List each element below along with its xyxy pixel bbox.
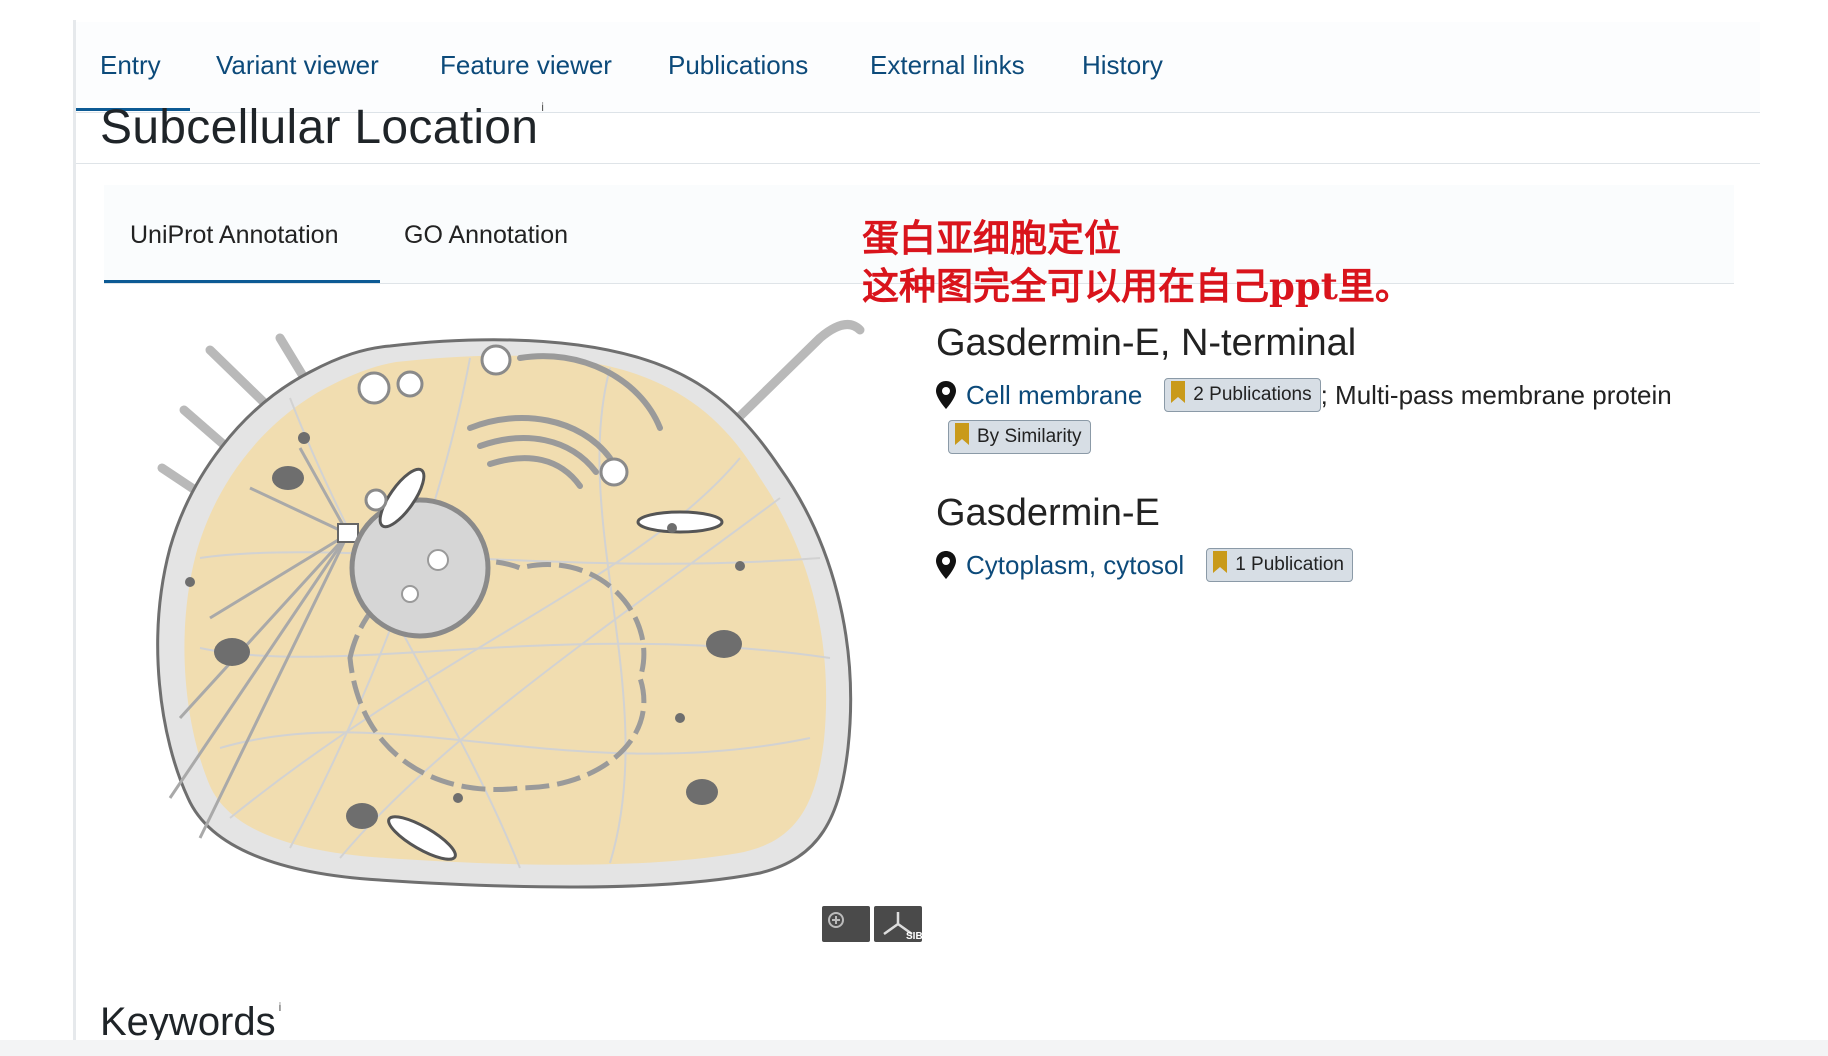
keywords-title: Keywords i xyxy=(100,1000,281,1045)
evidence-flag-icon xyxy=(955,423,969,445)
location-row: Cytoplasm, cytosol 1 Publication xyxy=(936,548,1353,582)
evidence-flag-icon xyxy=(1171,381,1186,403)
section-title-text: Subcellular Location xyxy=(100,101,539,154)
section-title: Subcellular Location i xyxy=(100,100,544,155)
publications-count: 1 Publication xyxy=(1235,554,1344,575)
sib-logo-text: SIB xyxy=(906,931,922,942)
map-pin-icon xyxy=(936,551,956,579)
subtab-uniprot-annotation[interactable]: UniProt Annotation xyxy=(130,221,338,250)
flagellum xyxy=(725,320,865,431)
location-link-cytosol[interactable]: Cytoplasm, cytosol xyxy=(966,550,1184,581)
evidence-flag-icon xyxy=(1213,551,1228,573)
tab-feature-viewer[interactable]: Feature viewer xyxy=(440,50,612,81)
evidence-label: By Similarity xyxy=(977,426,1082,447)
info-icon[interactable]: i xyxy=(541,100,544,114)
nucleolus xyxy=(427,549,449,571)
by-similarity-badge[interactable]: By Similarity xyxy=(948,420,1091,454)
page-bottom-edge xyxy=(0,1040,1828,1056)
annotation-line-2: 这种图完全可以用在自己ppt里。 xyxy=(862,264,1412,308)
tab-publications[interactable]: Publications xyxy=(668,50,808,81)
tab-entry[interactable]: Entry xyxy=(100,50,161,81)
publications-count: 2 Publications xyxy=(1193,384,1312,405)
location-protein-name: Gasdermin-E xyxy=(936,492,1160,534)
map-pin-icon xyxy=(936,381,956,409)
section-divider xyxy=(76,163,1760,164)
nucleolus xyxy=(401,585,419,603)
subtab-active-indicator xyxy=(104,280,380,283)
tab-history[interactable]: History xyxy=(1082,50,1163,81)
info-icon[interactable]: i xyxy=(279,1000,282,1014)
location-link-cell-membrane[interactable]: Cell membrane xyxy=(966,380,1142,411)
location-protein-name: Gasdermin-E, N-terminal xyxy=(936,322,1357,364)
subtab-go-annotation[interactable]: GO Annotation xyxy=(404,221,568,250)
page-edge xyxy=(73,20,76,1040)
tab-variant-viewer[interactable]: Variant viewer xyxy=(216,50,379,81)
publications-badge[interactable]: 1 Publication xyxy=(1206,548,1353,582)
evidence-row: By Similarity xyxy=(948,420,1091,454)
annotation-line-1: 蛋白亚细胞定位 xyxy=(862,216,1121,260)
publications-badge[interactable]: 2 Publications xyxy=(1164,378,1321,412)
nucleus xyxy=(349,497,491,639)
centrosome xyxy=(337,523,359,543)
keywords-title-text: Keywords xyxy=(100,1000,276,1044)
location-row: Cell membrane 2 Publications ; Multi-pas… xyxy=(936,378,1672,412)
cell-illustration xyxy=(156,320,865,889)
tab-external-links[interactable]: External links xyxy=(870,50,1025,81)
sib-logo: SIB xyxy=(822,906,922,942)
topology-text: ; Multi-pass membrane protein xyxy=(1320,379,1672,410)
